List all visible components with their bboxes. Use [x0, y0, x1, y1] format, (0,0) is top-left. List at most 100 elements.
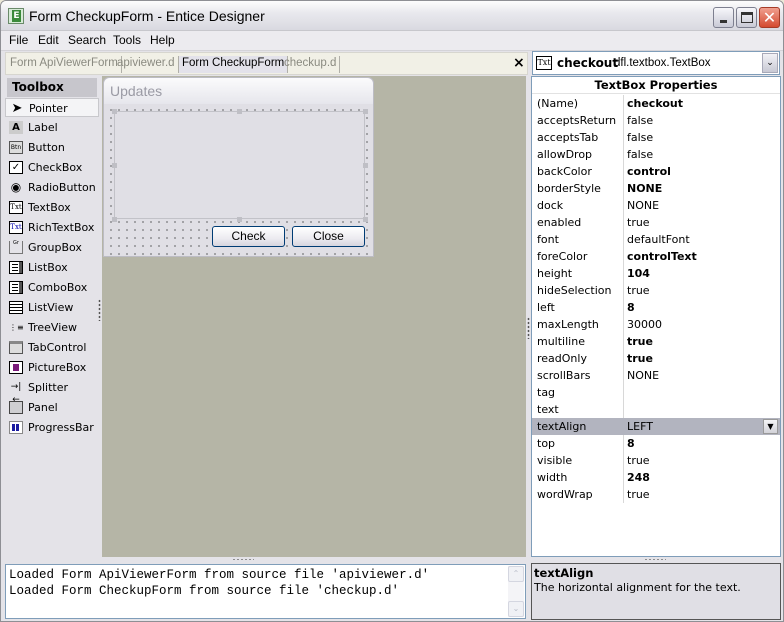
tab-checkup-d[interactable]: checkup.d [281, 56, 341, 73]
property-row-acceptstab[interactable]: acceptsTab false [532, 129, 780, 146]
tool-panel[interactable]: Panel [5, 398, 99, 417]
tool-richtextbox[interactable]: Txt RichTextBox [5, 218, 99, 237]
resize-handle[interactable] [112, 109, 117, 114]
property-row-scrollbars[interactable]: scrollBars NONE [532, 367, 780, 384]
property-value[interactable]: true [627, 335, 653, 348]
resize-handle[interactable] [237, 109, 242, 114]
property-row-maxlength[interactable]: maxLength 30000 [532, 316, 780, 333]
property-value[interactable]: true [627, 488, 650, 501]
property-row-borderstyle[interactable]: borderStyle NONE [532, 180, 780, 197]
property-row-multiline[interactable]: multiline true [532, 333, 780, 350]
property-row-textalign[interactable]: textAlign LEFT ▼ [532, 418, 780, 435]
property-value[interactable]: false [627, 148, 653, 161]
output-splitter-handle[interactable] [232, 558, 254, 561]
property-value[interactable]: NONE [627, 182, 662, 195]
tool-button[interactable]: Btn Button [5, 138, 99, 157]
property-row-visible[interactable]: visible true [532, 452, 780, 469]
tool-splitter[interactable]: →|← Splitter [5, 378, 99, 405]
property-row-forecolor[interactable]: foreColor controlText [532, 248, 780, 265]
property-value[interactable]: true [627, 284, 650, 297]
properties-splitter-handle[interactable] [527, 317, 530, 339]
dropdown-arrow-icon[interactable]: ▼ [763, 419, 778, 434]
menu-edit[interactable]: Edit [38, 33, 59, 47]
tool-label-control[interactable]: A Label [5, 118, 99, 137]
tool-tabcontrol[interactable]: TabControl [5, 338, 99, 357]
tab-apiviewer-d[interactable]: apiviewer.d [114, 56, 179, 73]
output-scrollbar[interactable]: ⌃ ⌄ [508, 566, 524, 617]
tool-combobox[interactable]: ComboBox [5, 278, 99, 297]
tool-radiobutton[interactable]: ◉ RadioButton [5, 178, 99, 197]
scroll-down-icon[interactable]: ⌄ [508, 601, 524, 617]
checkout-textbox[interactable] [114, 111, 365, 219]
menu-help[interactable]: Help [150, 33, 175, 47]
property-value[interactable]: true [627, 352, 653, 365]
resize-handle[interactable] [237, 217, 242, 222]
property-value[interactable]: false [627, 131, 653, 144]
minimize-button[interactable] [713, 7, 734, 28]
property-value[interactable]: LEFT [627, 420, 653, 433]
property-value[interactable]: defaultFont [627, 233, 690, 246]
scroll-up-icon[interactable]: ⌃ [508, 566, 524, 582]
property-row-name[interactable]: (Name) checkout [532, 95, 780, 112]
property-row-wordwrap[interactable]: wordWrap true [532, 486, 780, 503]
property-value[interactable]: NONE [627, 199, 659, 212]
property-value[interactable]: checkout [627, 97, 683, 110]
tool-treeview[interactable]: ⋮≡ TreeView [5, 318, 99, 337]
tab-form-checkupform[interactable]: Form CheckupForm [179, 56, 289, 73]
output-console[interactable]: Loaded Form ApiViewerForm from source fi… [5, 564, 526, 619]
tool-textbox[interactable]: Txt TextBox [5, 198, 99, 217]
help-splitter-handle[interactable] [644, 558, 666, 561]
close-button[interactable]: ✕ [759, 7, 780, 28]
close-form-button[interactable]: Close [292, 226, 365, 247]
tab-form-apiviewerform[interactable]: Form ApiViewerForm [7, 56, 122, 73]
tool-picturebox[interactable]: PictureBox [5, 358, 99, 377]
property-row-enabled[interactable]: enabled true [532, 214, 780, 231]
property-row-font[interactable]: font defaultFont [532, 231, 780, 248]
property-value[interactable]: 8 [627, 437, 635, 450]
property-row-hideselection[interactable]: hideSelection true [532, 282, 780, 299]
property-row-left[interactable]: left 8 [532, 299, 780, 316]
toolbox-splitter-handle[interactable] [98, 299, 101, 321]
property-value[interactable]: 30000 [627, 318, 662, 331]
tool-progressbar[interactable]: ProgressBar [5, 418, 99, 437]
property-row-allowdrop[interactable]: allowDrop false [532, 146, 780, 163]
property-value[interactable]: control [627, 165, 671, 178]
property-row-readonly[interactable]: readOnly true [532, 350, 780, 367]
property-row-acceptsreturn[interactable]: acceptsReturn false [532, 112, 780, 129]
tool-checkbox[interactable]: ✓ CheckBox [5, 158, 99, 177]
property-value[interactable]: true [627, 216, 650, 229]
property-value[interactable]: true [627, 454, 650, 467]
tool-listview[interactable]: ListView [5, 298, 99, 317]
tool-listbox[interactable]: ListBox [5, 258, 99, 277]
maximize-button[interactable] [736, 7, 757, 28]
property-value[interactable]: 248 [627, 471, 650, 484]
property-row-backcolor[interactable]: backColor control [532, 163, 780, 180]
component-selector[interactable]: Txt checkout dfl.textbox.TextBox ⌄ [532, 51, 780, 75]
menu-file[interactable]: File [9, 33, 28, 47]
property-value[interactable]: false [627, 114, 653, 127]
menu-tools[interactable]: Tools [113, 33, 141, 47]
chevron-down-icon[interactable]: ⌄ [762, 53, 778, 73]
property-row-tag[interactable]: tag [532, 384, 780, 401]
property-row-text[interactable]: text [532, 401, 780, 418]
property-row-dock[interactable]: dock NONE [532, 197, 780, 214]
close-tab-icon[interactable]: × [513, 55, 525, 71]
property-value[interactable]: 104 [627, 267, 650, 280]
property-value[interactable]: NONE [627, 369, 659, 382]
tool-pointer[interactable]: ➤ Pointer [5, 98, 99, 117]
designed-form[interactable]: Updates Check Close [103, 77, 374, 257]
resize-handle[interactable] [112, 217, 117, 222]
menu-search[interactable]: Search [68, 33, 106, 47]
resize-handle[interactable] [363, 109, 368, 114]
property-row-height[interactable]: height 104 [532, 265, 780, 282]
tool-groupbox[interactable]: Gr GroupBox [5, 238, 99, 257]
form-client-area[interactable]: Check Close [105, 104, 372, 256]
property-row-top[interactable]: top 8 [532, 435, 780, 452]
resize-handle[interactable] [363, 217, 368, 222]
resize-handle[interactable] [112, 163, 117, 168]
property-value[interactable]: controlText [627, 250, 697, 263]
property-row-width[interactable]: width 248 [532, 469, 780, 486]
property-value[interactable]: 8 [627, 301, 635, 314]
check-button[interactable]: Check [212, 226, 285, 247]
resize-handle[interactable] [363, 163, 368, 168]
